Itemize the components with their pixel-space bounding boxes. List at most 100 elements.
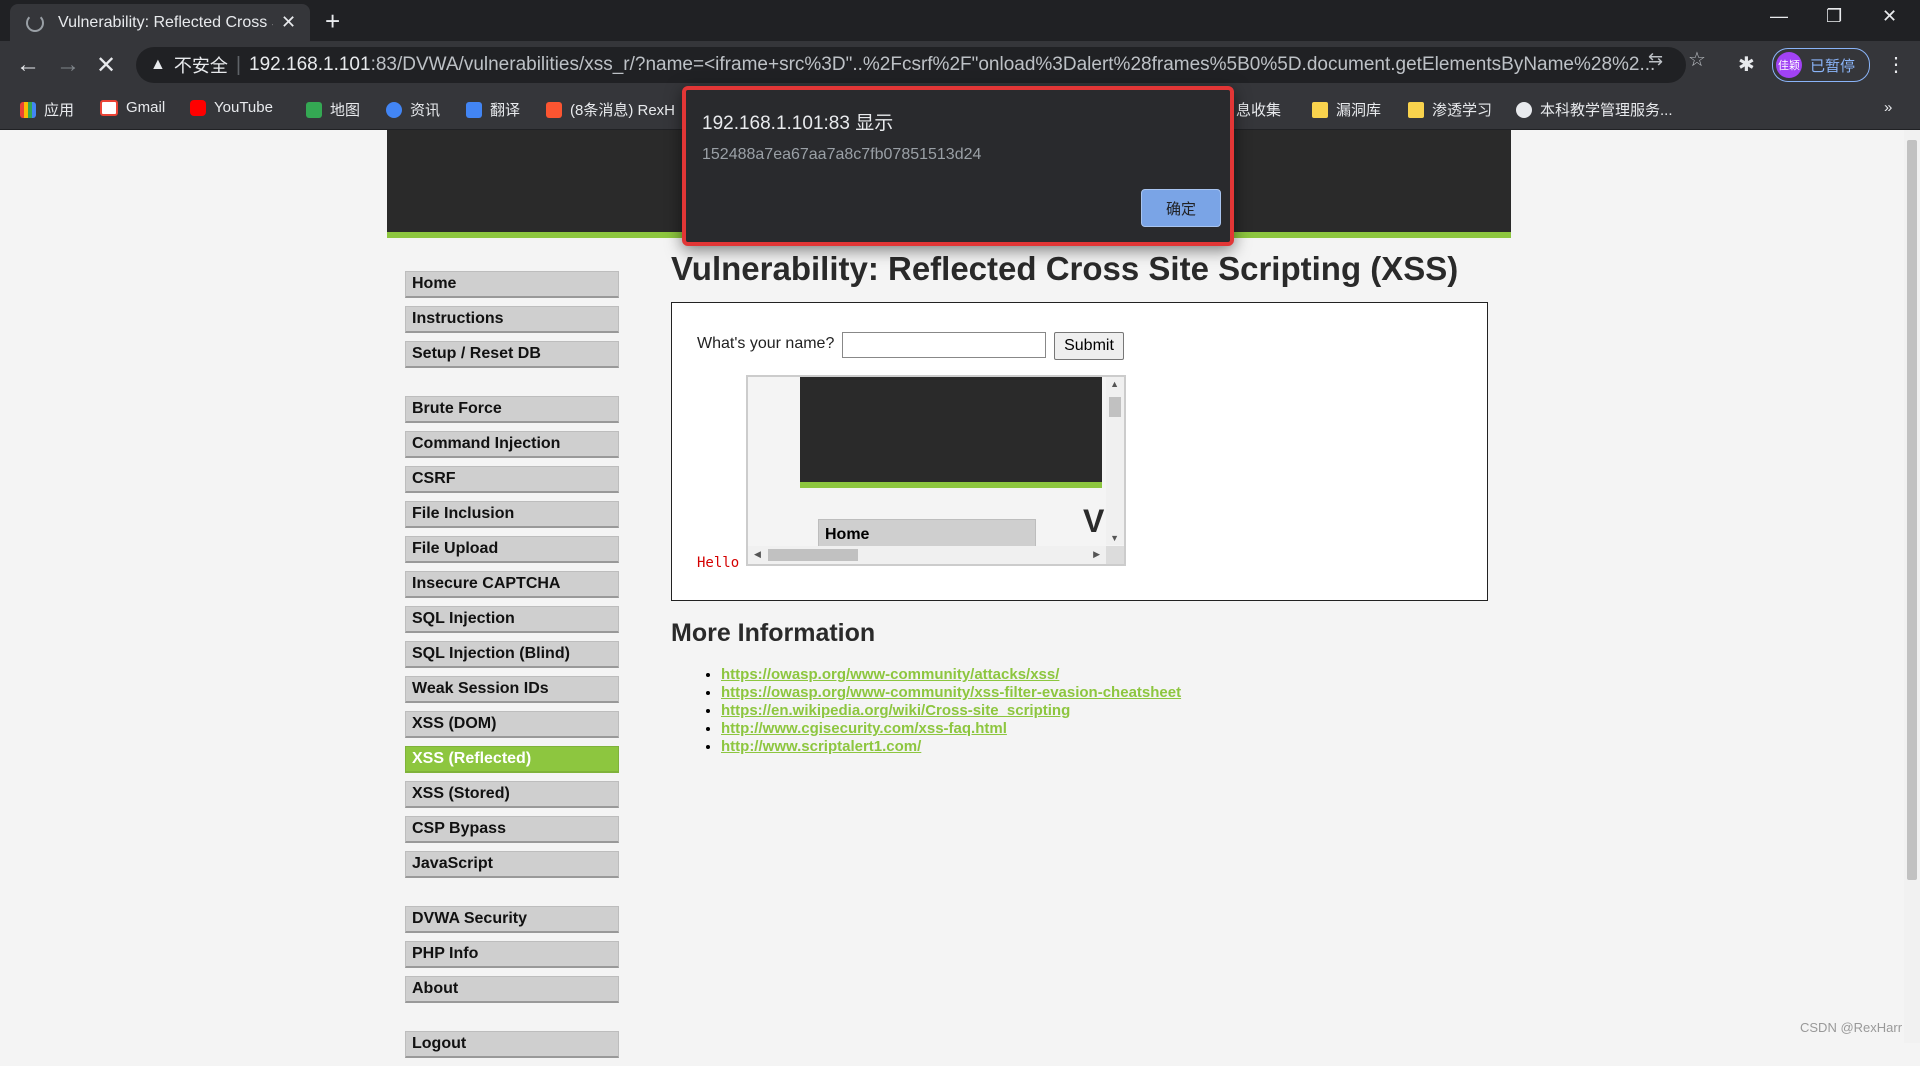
window-close-icon[interactable]: ✕	[1882, 6, 1897, 27]
alert-message: 152488a7ea67aa7a8c7fb07851513d24	[702, 146, 982, 163]
browser-tab[interactable]: Vulnerability: Reflected Cross Site Scri…	[10, 4, 310, 41]
menu-item[interactable]: About	[405, 976, 619, 1003]
info-link[interactable]: https://en.wikipedia.org/wiki/Cross-site…	[721, 702, 1070, 719]
info-link[interactable]: http://www.scriptalert1.com/	[721, 738, 921, 755]
bookmark-vuln-db[interactable]: 漏洞库	[1312, 99, 1381, 120]
menu-item[interactable]: CSP Bypass	[405, 816, 619, 843]
alert-ok-button[interactable]: 确定	[1141, 189, 1221, 227]
bookmark-news[interactable]: 资讯	[386, 99, 440, 120]
list-item: https://en.wikipedia.org/wiki/Cross-site…	[721, 702, 1491, 720]
menu-item[interactable]: PHP Info	[405, 941, 619, 968]
menu-item[interactable]: Weak Session IDs	[405, 676, 619, 703]
menu-item[interactable]: Brute Force	[405, 396, 619, 423]
hello-output: Hello	[697, 555, 740, 571]
scroll-right-icon[interactable]: ▶	[1093, 549, 1100, 560]
bookmark-maps[interactable]: 地图	[306, 99, 360, 120]
submit-button[interactable]: Submit	[1054, 332, 1124, 360]
bookmark-label: 地图	[330, 102, 361, 119]
globe-icon	[1516, 101, 1532, 118]
url-path: :83/DVWA/vulnerabilities/xss_r/?name=<if…	[370, 54, 1656, 75]
bookmark-label: (8条消息) RexH	[570, 102, 676, 119]
main-content: Vulnerability: Reflected Cross Site Scri…	[671, 250, 1491, 756]
bookmark-info-gathering[interactable]: 息收集	[1236, 99, 1281, 120]
menu-item[interactable]: File Inclusion	[405, 501, 619, 528]
iframe-scroll-thumb[interactable]	[1109, 397, 1121, 417]
close-tab-icon[interactable]: ✕	[281, 12, 296, 33]
bookmark-label: 息收集	[1236, 102, 1282, 119]
iframe-hscroll-thumb[interactable]	[768, 549, 858, 561]
bookmark-pentest[interactable]: 渗透学习	[1408, 99, 1492, 120]
translate-icon[interactable]: ⇆	[1648, 49, 1663, 70]
loading-spinner-icon	[26, 13, 44, 32]
more-info-links: https://owasp.org/www-community/attacks/…	[671, 666, 1491, 756]
bookmark-teaching[interactable]: 本科教学管理服务...	[1516, 99, 1673, 120]
menu-item[interactable]: SQL Injection (Blind)	[405, 641, 619, 668]
bookmark-label: 翻译	[490, 102, 521, 119]
menu-item[interactable]: CSRF	[405, 466, 619, 493]
url-host: 192.168.1.101	[249, 54, 371, 75]
bookmark-translate[interactable]: 翻译	[466, 99, 520, 120]
menu-item[interactable]: XSS (DOM)	[405, 711, 619, 738]
bookmark-label: 漏洞库	[1336, 102, 1382, 119]
back-icon[interactable]: ←	[16, 51, 40, 79]
info-link[interactable]: https://owasp.org/www-community/xss-filt…	[721, 684, 1181, 701]
name-input[interactable]	[842, 332, 1046, 358]
menu-item[interactable]: DVWA Security	[405, 906, 619, 933]
vulnerable-code-area: What's your name? Submit Home V ▲ ▼ ◀ ▶ …	[671, 302, 1488, 601]
menu-item[interactable]: Home	[405, 271, 619, 298]
list-item: http://www.scriptalert1.com/	[721, 738, 1491, 756]
page-scroll-thumb[interactable]	[1907, 140, 1917, 880]
csdn-icon	[546, 101, 562, 118]
scroll-left-icon[interactable]: ◀	[754, 549, 761, 560]
bookmark-label: 应用	[44, 102, 75, 119]
menu-gap	[405, 886, 617, 906]
forward-icon[interactable]: →	[56, 51, 80, 79]
menu-item[interactable]: Setup / Reset DB	[405, 341, 619, 368]
bookmark-gmail[interactable]: Gmail	[100, 99, 165, 116]
more-info-heading: More Information	[671, 619, 876, 647]
menu-item-active[interactable]: XSS (Reflected)	[405, 746, 619, 773]
bookmark-star-icon[interactable]: ☆	[1688, 47, 1706, 72]
bookmark-label: Gmail	[126, 99, 166, 116]
iframe-vertical-scrollbar[interactable]: ▲ ▼	[1106, 377, 1124, 545]
new-tab-icon[interactable]: +	[325, 6, 340, 37]
logout-button[interactable]: Logout	[405, 1031, 619, 1058]
bookmark-label: 本科教学管理服务...	[1540, 102, 1673, 119]
page-viewport: Home Instructions Setup / Reset DB Brute…	[0, 130, 1904, 1058]
bookmarks-overflow-icon[interactable]: »	[1884, 99, 1892, 116]
menu-kebab-icon[interactable]: ⋮	[1886, 52, 1906, 77]
restore-icon[interactable]: ❐	[1826, 6, 1842, 27]
bookmark-csdn[interactable]: (8条消息) RexH	[546, 99, 680, 120]
extensions-icon[interactable]: ✱	[1738, 52, 1755, 77]
menu-item[interactable]: Instructions	[405, 306, 619, 333]
tab-strip: Vulnerability: Reflected Cross Site Scri…	[0, 0, 1920, 41]
scroll-down-icon[interactable]: ▼	[1110, 533, 1119, 543]
avatar: 佳颖	[1776, 52, 1802, 78]
iframe-menu-home[interactable]: Home	[818, 519, 1036, 547]
insecure-label[interactable]: 不安全	[174, 52, 228, 78]
address-bar[interactable]: ▲ 不安全 | 192.168.1.101:83/DVWA/vulnerabil…	[136, 47, 1686, 83]
menu-item[interactable]: Command Injection	[405, 431, 619, 458]
page-scrollbar[interactable]	[1904, 130, 1920, 1043]
profile-button[interactable]: 佳颖 已暂停	[1772, 48, 1870, 82]
menu-item[interactable]: Insecure CAPTCHA	[405, 571, 619, 598]
folder-icon	[1408, 101, 1424, 118]
menu-item[interactable]: SQL Injection	[405, 606, 619, 633]
bookmark-apps[interactable]: 应用	[20, 99, 74, 120]
info-link[interactable]: http://www.cgisecurity.com/xss-faq.html	[721, 720, 1007, 737]
url-text[interactable]: 192.168.1.101:83/DVWA/vulnerabilities/xs…	[249, 54, 1655, 76]
iframe-horizontal-scrollbar[interactable]: ◀ ▶	[748, 546, 1106, 564]
iframe-title-fragment: V	[1083, 503, 1105, 539]
stop-icon[interactable]: ✕	[96, 51, 116, 80]
alert-title: 192.168.1.101:83 显示	[702, 113, 894, 134]
tab-title: Vulnerability: Reflected Cross Site Scri…	[58, 13, 273, 31]
scroll-up-icon[interactable]: ▲	[1110, 379, 1119, 389]
bookmark-label: YouTube	[214, 99, 273, 116]
info-link[interactable]: https://owasp.org/www-community/attacks/…	[721, 666, 1059, 683]
bookmark-youtube[interactable]: YouTube	[190, 99, 273, 116]
menu-item[interactable]: File Upload	[405, 536, 619, 563]
menu-item[interactable]: JavaScript	[405, 851, 619, 878]
minimize-icon[interactable]: —	[1770, 6, 1788, 27]
menu-item[interactable]: XSS (Stored)	[405, 781, 619, 808]
injected-iframe[interactable]: Home V ▲ ▼ ◀ ▶	[746, 375, 1126, 566]
